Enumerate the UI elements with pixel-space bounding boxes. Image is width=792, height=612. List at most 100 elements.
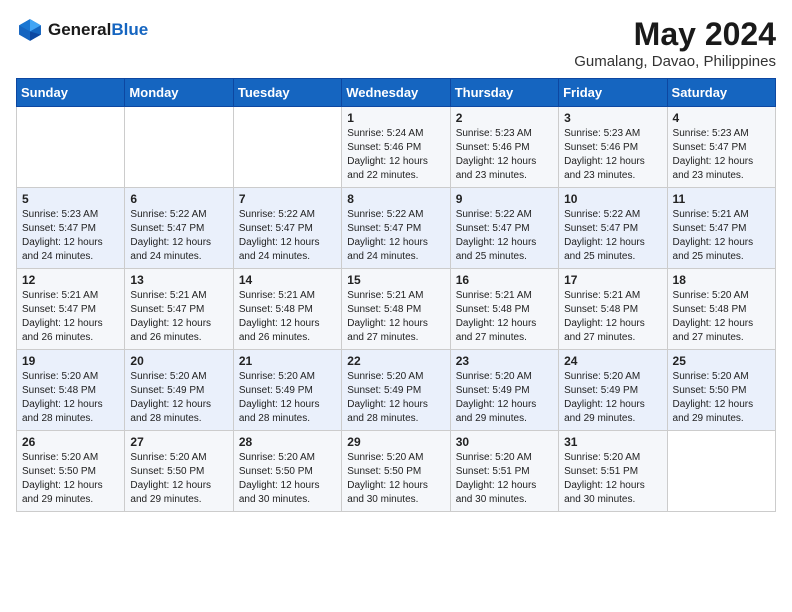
calendar-cell: 21Sunrise: 5:20 AM Sunset: 5:49 PM Dayli…	[233, 350, 341, 431]
calendar-header-row: SundayMondayTuesdayWednesdayThursdayFrid…	[17, 79, 776, 107]
day-number: 29	[347, 435, 444, 449]
day-info: Sunrise: 5:20 AM Sunset: 5:50 PM Dayligh…	[673, 370, 770, 426]
day-info: Sunrise: 5:22 AM Sunset: 5:47 PM Dayligh…	[239, 208, 336, 264]
day-info: Sunrise: 5:20 AM Sunset: 5:50 PM Dayligh…	[130, 451, 227, 507]
day-info: Sunrise: 5:24 AM Sunset: 5:46 PM Dayligh…	[347, 127, 444, 183]
day-info: Sunrise: 5:20 AM Sunset: 5:49 PM Dayligh…	[456, 370, 553, 426]
location-subtitle: Gumalang, Davao, Philippines	[574, 53, 776, 70]
calendar-cell: 15 Sunrise: 5:21 AM Sunset: 5:48 PM Dayli…	[342, 269, 450, 350]
calendar-cell: 12Sunrise: 5:21 AM Sunset: 5:47 PM Dayli…	[17, 269, 125, 350]
day-info: Sunrise: 5:20 AM Sunset: 5:50 PM Dayligh…	[347, 451, 444, 507]
day-number: 13	[130, 273, 227, 287]
calendar-cell: 5Sunrise: 5:23 AM Sunset: 5:47 PM Daylig…	[17, 188, 125, 269]
calendar-cell: 27 Sunrise: 5:20 AM Sunset: 5:50 PM Dayli…	[125, 431, 233, 512]
calendar-cell	[125, 107, 233, 188]
day-number: 6	[130, 192, 227, 206]
calendar-week-row: 5Sunrise: 5:23 AM Sunset: 5:47 PM Daylig…	[17, 188, 776, 269]
calendar-cell: 25Sunrise: 5:20 AM Sunset: 5:50 PM Dayli…	[667, 350, 775, 431]
calendar-cell: 29 Sunrise: 5:20 AM Sunset: 5:50 PM Dayli…	[342, 431, 450, 512]
calendar-cell: 26Sunrise: 5:20 AM Sunset: 5:50 PM Dayli…	[17, 431, 125, 512]
day-number: 2	[456, 111, 553, 125]
calendar-cell: 19 Sunrise: 5:20 AM Sunset: 5:48 PM Dayli…	[17, 350, 125, 431]
day-number: 17	[564, 273, 661, 287]
day-number: 16	[456, 273, 553, 287]
day-number: 24	[564, 354, 661, 368]
day-number: 23	[456, 354, 553, 368]
calendar-cell: 7 Sunrise: 5:22 AM Sunset: 5:47 PM Daylig…	[233, 188, 341, 269]
calendar-cell: 17 Sunrise: 5:21 AM Sunset: 5:48 PM Dayli…	[559, 269, 667, 350]
calendar-cell: 11Sunrise: 5:21 AM Sunset: 5:47 PM Dayli…	[667, 188, 775, 269]
day-info: Sunrise: 5:20 AM Sunset: 5:48 PM Dayligh…	[673, 289, 770, 345]
day-number: 14	[239, 273, 336, 287]
col-header-monday: Monday	[125, 79, 233, 107]
day-info: Sunrise: 5:20 AM Sunset: 5:49 PM Dayligh…	[347, 370, 444, 426]
day-number: 31	[564, 435, 661, 449]
calendar-week-row: 26Sunrise: 5:20 AM Sunset: 5:50 PM Dayli…	[17, 431, 776, 512]
day-number: 5	[22, 192, 119, 206]
day-info: Sunrise: 5:23 AM Sunset: 5:46 PM Dayligh…	[564, 127, 661, 183]
day-number: 1	[347, 111, 444, 125]
calendar-cell: 16 Sunrise: 5:21 AM Sunset: 5:48 PM Dayli…	[450, 269, 558, 350]
day-info: Sunrise: 5:23 AM Sunset: 5:47 PM Dayligh…	[673, 127, 770, 183]
calendar-cell: 14 Sunrise: 5:21 AM Sunset: 5:48 PM Dayli…	[233, 269, 341, 350]
calendar-cell: 2 Sunrise: 5:23 AM Sunset: 5:46 PM Daylig…	[450, 107, 558, 188]
calendar-cell	[17, 107, 125, 188]
col-header-thursday: Thursday	[450, 79, 558, 107]
day-info: Sunrise: 5:21 AM Sunset: 5:47 PM Dayligh…	[130, 289, 227, 345]
logo-general-text: General	[48, 20, 111, 39]
day-number: 20	[130, 354, 227, 368]
calendar-week-row: 12 Sunrise: 5:21 AM Sunset: 5:47 PM Dayli…	[17, 269, 776, 350]
day-info: Sunrise: 5:22 AM Sunset: 5:47 PM Dayligh…	[564, 208, 661, 264]
day-number: 19	[22, 354, 119, 368]
day-info: Sunrise: 5:22 AM Sunset: 5:47 PM Dayligh…	[130, 208, 227, 264]
logo-blue-text: Blue	[111, 20, 148, 39]
calendar-cell: 9 Sunrise: 5:22 AM Sunset: 5:47 PM Daylig…	[450, 188, 558, 269]
calendar-cell: 28 Sunrise: 5:20 AM Sunset: 5:50 PM Dayli…	[233, 431, 341, 512]
calendar-cell	[233, 107, 341, 188]
calendar-cell: 3 Sunrise: 5:23 AM Sunset: 5:46 PM Daylig…	[559, 107, 667, 188]
day-number: 30	[456, 435, 553, 449]
day-info: Sunrise: 5:20 AM Sunset: 5:49 PM Dayligh…	[130, 370, 227, 426]
day-number: 15	[347, 273, 444, 287]
day-info: Sunrise: 5:21 AM Sunset: 5:48 PM Dayligh…	[239, 289, 336, 345]
calendar-cell: 22 Sunrise: 5:20 AM Sunset: 5:49 PM Dayli…	[342, 350, 450, 431]
day-info: Sunrise: 5:23 AM Sunset: 5:46 PM Dayligh…	[456, 127, 553, 183]
day-number: 10	[564, 192, 661, 206]
day-number: 27	[130, 435, 227, 449]
calendar-cell: 18Sunrise: 5:20 AM Sunset: 5:48 PM Dayli…	[667, 269, 775, 350]
calendar-cell: 24 Sunrise: 5:20 AM Sunset: 5:49 PM Dayli…	[559, 350, 667, 431]
calendar-table: SundayMondayTuesdayWednesdayThursdayFrid…	[16, 78, 776, 512]
day-info: Sunrise: 5:20 AM Sunset: 5:49 PM Dayligh…	[564, 370, 661, 426]
calendar-cell: 23 Sunrise: 5:20 AM Sunset: 5:49 PM Dayli…	[450, 350, 558, 431]
calendar-cell: 13 Sunrise: 5:21 AM Sunset: 5:47 PM Dayli…	[125, 269, 233, 350]
title-block: May 2024 Gumalang, Davao, Philippines	[574, 16, 776, 70]
day-info: Sunrise: 5:21 AM Sunset: 5:48 PM Dayligh…	[564, 289, 661, 345]
logo: GeneralBlue	[16, 16, 148, 44]
day-number: 28	[239, 435, 336, 449]
day-number: 4	[673, 111, 770, 125]
day-number: 22	[347, 354, 444, 368]
calendar-cell: 10 Sunrise: 5:22 AM Sunset: 5:47 PM Dayli…	[559, 188, 667, 269]
calendar-cell: 4 Sunrise: 5:23 AM Sunset: 5:47 PM Daylig…	[667, 107, 775, 188]
calendar-cell: 8 Sunrise: 5:22 AM Sunset: 5:47 PM Daylig…	[342, 188, 450, 269]
day-number: 12	[22, 273, 119, 287]
month-year-title: May 2024	[574, 16, 776, 53]
calendar-cell: 20 Sunrise: 5:20 AM Sunset: 5:49 PM Dayli…	[125, 350, 233, 431]
day-info: Sunrise: 5:21 AM Sunset: 5:48 PM Dayligh…	[347, 289, 444, 345]
day-number: 7	[239, 192, 336, 206]
day-info: Sunrise: 5:20 AM Sunset: 5:50 PM Dayligh…	[22, 451, 119, 507]
calendar-week-row: 19 Sunrise: 5:20 AM Sunset: 5:48 PM Dayli…	[17, 350, 776, 431]
day-info: Sunrise: 5:21 AM Sunset: 5:48 PM Dayligh…	[456, 289, 553, 345]
day-info: Sunrise: 5:20 AM Sunset: 5:49 PM Dayligh…	[239, 370, 336, 426]
day-info: Sunrise: 5:20 AM Sunset: 5:50 PM Dayligh…	[239, 451, 336, 507]
calendar-cell	[667, 431, 775, 512]
day-info: Sunrise: 5:22 AM Sunset: 5:47 PM Dayligh…	[347, 208, 444, 264]
col-header-friday: Friday	[559, 79, 667, 107]
day-number: 8	[347, 192, 444, 206]
day-number: 3	[564, 111, 661, 125]
day-info: Sunrise: 5:22 AM Sunset: 5:47 PM Dayligh…	[456, 208, 553, 264]
day-info: Sunrise: 5:20 AM Sunset: 5:48 PM Dayligh…	[22, 370, 119, 426]
calendar-cell: 1 Sunrise: 5:24 AM Sunset: 5:46 PM Daylig…	[342, 107, 450, 188]
day-number: 9	[456, 192, 553, 206]
col-header-sunday: Sunday	[17, 79, 125, 107]
